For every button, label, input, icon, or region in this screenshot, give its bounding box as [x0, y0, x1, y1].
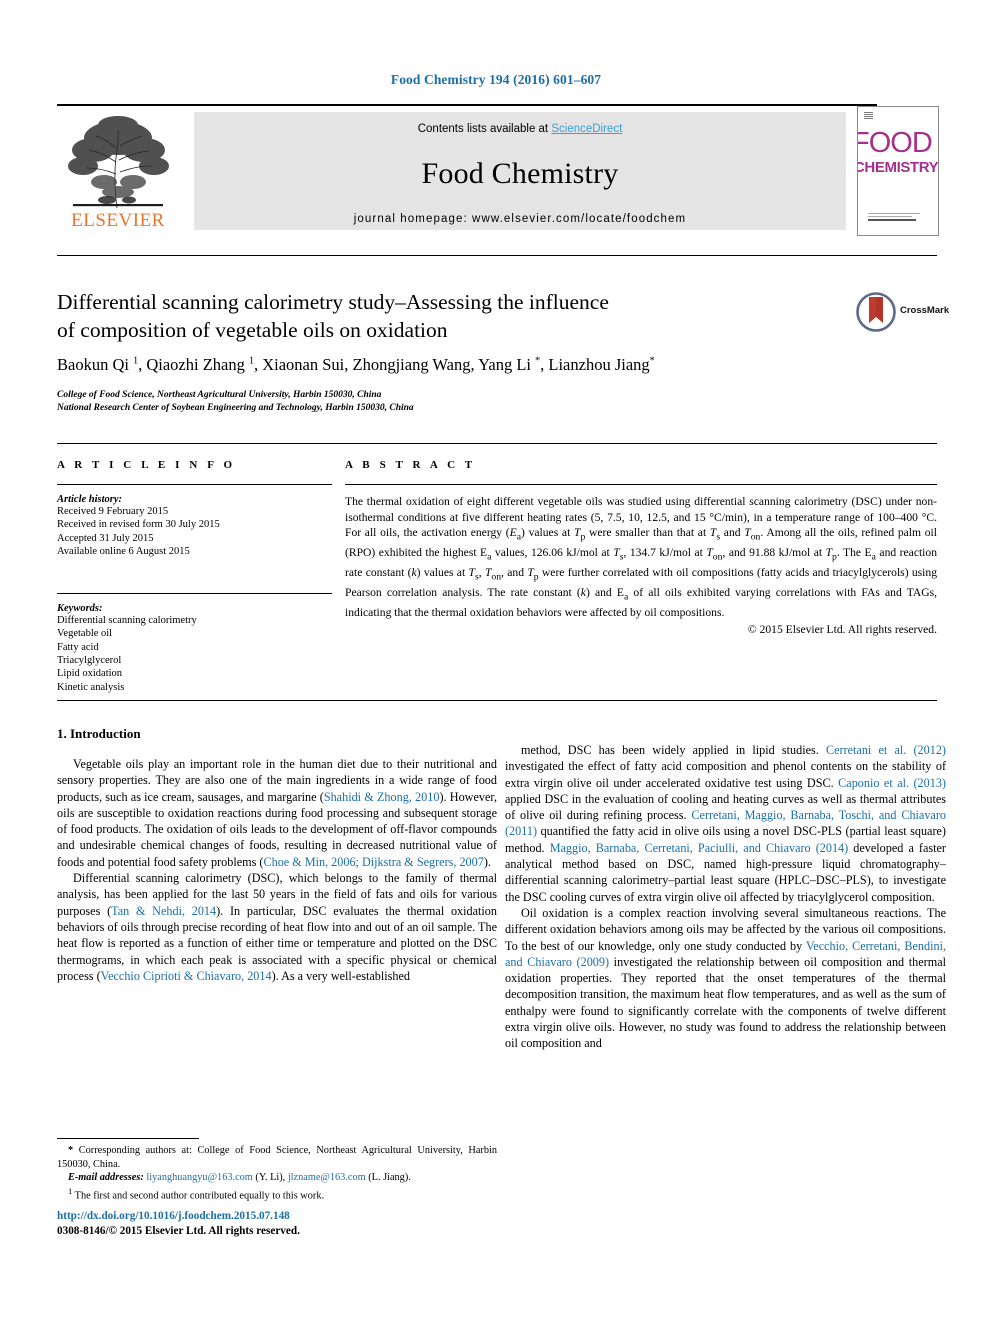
body-column-left: 1. Introduction Vegetable oils play an i…	[57, 726, 497, 984]
cover-title-food: FOOD	[857, 127, 933, 159]
footnote-block: * Corresponding authors at: College of F…	[57, 1144, 497, 1203]
history-line: Available online 6 August 2015	[57, 545, 190, 557]
crossmark-icon	[856, 292, 896, 332]
intro-right-paragraphs: method, DSC has been widely applied in l…	[505, 742, 946, 1052]
running-head: Food Chemistry 194 (2016) 601–607	[390, 72, 602, 87]
journal-homepage[interactable]: journal homepage: www.elsevier.com/locat…	[194, 213, 846, 225]
history-line: Accepted 31 July 2015	[57, 532, 154, 544]
intro-left-paragraphs: Vegetable oils play an important role in…	[57, 756, 497, 984]
abstract-rule	[345, 484, 937, 485]
abstract-copyright: © 2015 Elsevier Ltd. All rights reserved…	[747, 623, 937, 637]
keyword: Triacylglycerol	[57, 655, 122, 667]
doi-link[interactable]: http://dx.doi.org/10.1016/j.foodchem.201…	[57, 1209, 497, 1224]
author-list: Baokun Qi 1, Qiaozhi Zhang 1, Xiaonan Su…	[57, 355, 655, 374]
keyword: Kinetic analysis	[57, 681, 125, 693]
abstract-body: The thermal oxidation of eight different…	[345, 495, 938, 619]
crossmark-badge-container[interactable]: CrossMark	[856, 292, 950, 332]
contents-list-line: Contents lists available at ScienceDirec…	[194, 123, 846, 135]
article-title-line1: Differential scanning calorimetry study–…	[57, 290, 609, 314]
crossmark-label: CrossMark	[900, 305, 950, 316]
title-divider	[57, 255, 937, 256]
article-info-heading: A R T I C L E I N F O	[57, 459, 236, 471]
elsevier-wordmark: ELSEVIER	[71, 210, 165, 231]
keywords-list: Differential scanning calorimetry Vegetab…	[57, 614, 332, 694]
paragraph: Differential scanning calorimetry (DSC),…	[57, 871, 497, 983]
history-line: Received 9 February 2015	[57, 506, 169, 517]
affiliation-1: College of Food Science, Northeast Agric…	[57, 390, 382, 400]
barcode-icon	[864, 112, 873, 121]
history-line: Received in revised form 30 July 2015	[57, 519, 220, 531]
keyword: Lipid oxidation	[57, 668, 123, 680]
sciencedirect-link[interactable]: ScienceDirect	[551, 123, 622, 135]
contents-prefix: Contents lists available at	[417, 123, 552, 135]
cover-title-chemistry: CHEMISTRY	[857, 159, 939, 176]
journal-cover-thumbnail: FOOD CHEMISTRY	[857, 106, 939, 236]
footer-block: http://dx.doi.org/10.1016/j.foodchem.201…	[57, 1209, 497, 1238]
article-title-line2: of composition of vegetable oils on oxid…	[57, 318, 448, 342]
article-history-list: Received 9 February 2015 Received in revi…	[57, 505, 332, 558]
keywords-label: Keywords:	[57, 603, 103, 615]
issn-copyright: 0308-8146/© 2015 Elsevier Ltd. All right…	[57, 1224, 300, 1237]
keyword: Fatty acid	[57, 641, 99, 653]
paper-page: Food Chemistry 194 (2016) 601–607 ELSEVI…	[0, 0, 992, 1323]
elsevier-logo: ELSEVIER	[59, 112, 177, 232]
article-info-block: A R T I C L E I N F O Article history: R…	[57, 459, 332, 694]
info-top-divider	[57, 443, 937, 444]
footnote-corresponding-author: * Corresponding authors at: College of F…	[57, 1145, 497, 1170]
paragraph: method, DSC has been widely applied in l…	[505, 743, 946, 904]
footnote-equal-contribution: 1 The first and second author contribute…	[68, 1185, 325, 1202]
keywords-rule	[57, 593, 332, 595]
journal-band: Contents lists available at ScienceDirec…	[194, 112, 846, 230]
journal-title: Food Chemistry	[421, 157, 619, 190]
article-info-rule	[57, 484, 332, 485]
abstract-block: A B S T R A C T The thermal oxidation of…	[345, 459, 937, 638]
masthead-top-rule	[57, 104, 877, 106]
paragraph: Oil oxidation is a complex reaction invo…	[505, 905, 947, 1051]
footnote-divider	[57, 1138, 199, 1139]
section-heading-introduction: 1. Introduction	[57, 726, 141, 741]
info-bottom-divider	[57, 700, 937, 701]
keyword: Vegetable oil	[57, 628, 113, 640]
affiliation-2: National Research Center of Soybean Engi…	[57, 403, 414, 413]
article-history-label: Article history:	[57, 494, 123, 505]
paragraph: Vegetable oils play an important role in…	[57, 757, 497, 869]
footnote-email-addresses: E-mail addresses: liyanghuangyu@163.com …	[68, 1172, 411, 1184]
page-title: Differential scanning calorimetry study–…	[57, 288, 802, 344]
cover-footer-lines	[868, 213, 926, 223]
abstract-heading: A B S T R A C T	[345, 459, 476, 471]
body-column-right: method, DSC has been widely applied in l…	[505, 742, 946, 1052]
keyword: Differential scanning calorimetry	[57, 615, 197, 627]
journal-masthead: ELSEVIER Contents lists available at Sci…	[57, 104, 939, 236]
